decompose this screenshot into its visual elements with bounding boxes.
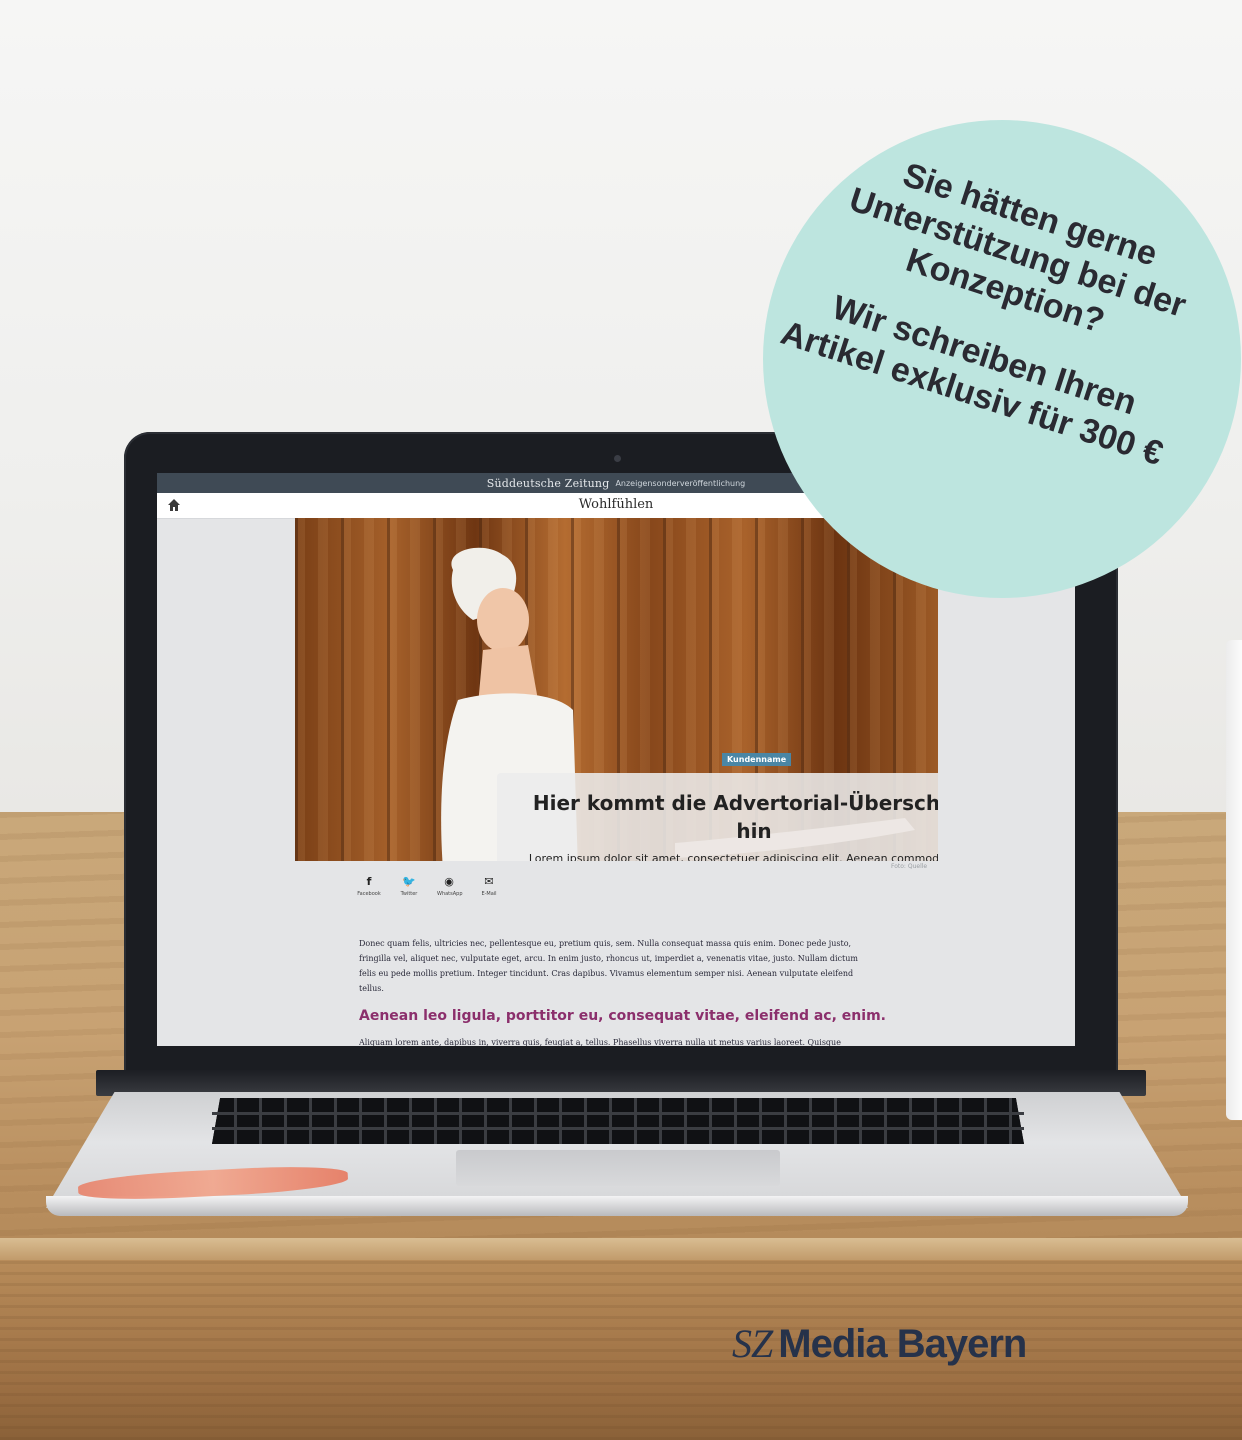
sz-media-bayern-logo: SZ Media Bayern bbox=[732, 1320, 1027, 1367]
publisher-name[interactable]: Süddeutsche Zeitung bbox=[487, 477, 610, 490]
share-whatsapp-button[interactable]: ◉ WhatsApp bbox=[437, 875, 463, 897]
twitter-icon: 🐦 bbox=[402, 875, 416, 888]
article-subheading: Aenean leo ligula, porttitor eu, consequ… bbox=[359, 1008, 886, 1024]
share-email-button[interactable]: ✉ E-Mail bbox=[477, 875, 501, 897]
email-icon: ✉ bbox=[484, 875, 494, 888]
desk-edge bbox=[0, 1238, 1242, 1260]
share-label: Facebook bbox=[357, 891, 381, 897]
article-paragraph: Aliquam lorem ante, dapibus in, viverra … bbox=[359, 1038, 841, 1046]
article-paragraph: Donec quam felis, ultricies nec, pellent… bbox=[359, 939, 858, 993]
desk-front bbox=[0, 1260, 1242, 1440]
share-facebook-button[interactable]: f Facebook bbox=[357, 875, 381, 897]
share-label: WhatsApp bbox=[437, 891, 463, 897]
share-label: E-Mail bbox=[481, 891, 497, 897]
whatsapp-icon: ◉ bbox=[444, 875, 454, 888]
photo-credit: Foto: Quelle bbox=[891, 863, 928, 870]
hero-card: Hier kommt die Advertorial-Überschrift h… bbox=[497, 773, 938, 861]
keyboard bbox=[212, 1098, 1024, 1144]
keyboard-row bbox=[212, 1127, 1024, 1130]
advertorial-headline: Hier kommt die Advertorial-Überschrift h… bbox=[532, 791, 938, 843]
client-badge: Kundenname bbox=[722, 753, 792, 766]
logo-prefix: SZ bbox=[732, 1321, 773, 1366]
share-twitter-button[interactable]: 🐦 Twitter bbox=[397, 875, 421, 897]
trackpad bbox=[456, 1150, 780, 1186]
facebook-icon: f bbox=[366, 875, 372, 888]
keyboard-row bbox=[212, 1112, 1024, 1115]
logo-name: Media Bayern bbox=[778, 1322, 1027, 1366]
publisher-note: Anzeigensonderveröffentlichung bbox=[615, 478, 746, 488]
laptop-base-edge bbox=[46, 1196, 1188, 1216]
share-label: Twitter bbox=[400, 891, 418, 897]
advertorial-lead: Lorem ipsum dolor sit amet, consectetuer… bbox=[528, 852, 938, 861]
webcam-icon bbox=[614, 455, 621, 462]
hero-image: Kundenname Hier kommt die Advertorial-Üb… bbox=[295, 518, 938, 861]
white-cup bbox=[1226, 640, 1242, 1120]
share-bar: f Facebook 🐦 Twitter ◉ WhatsApp ✉ E-Mail bbox=[357, 875, 501, 897]
